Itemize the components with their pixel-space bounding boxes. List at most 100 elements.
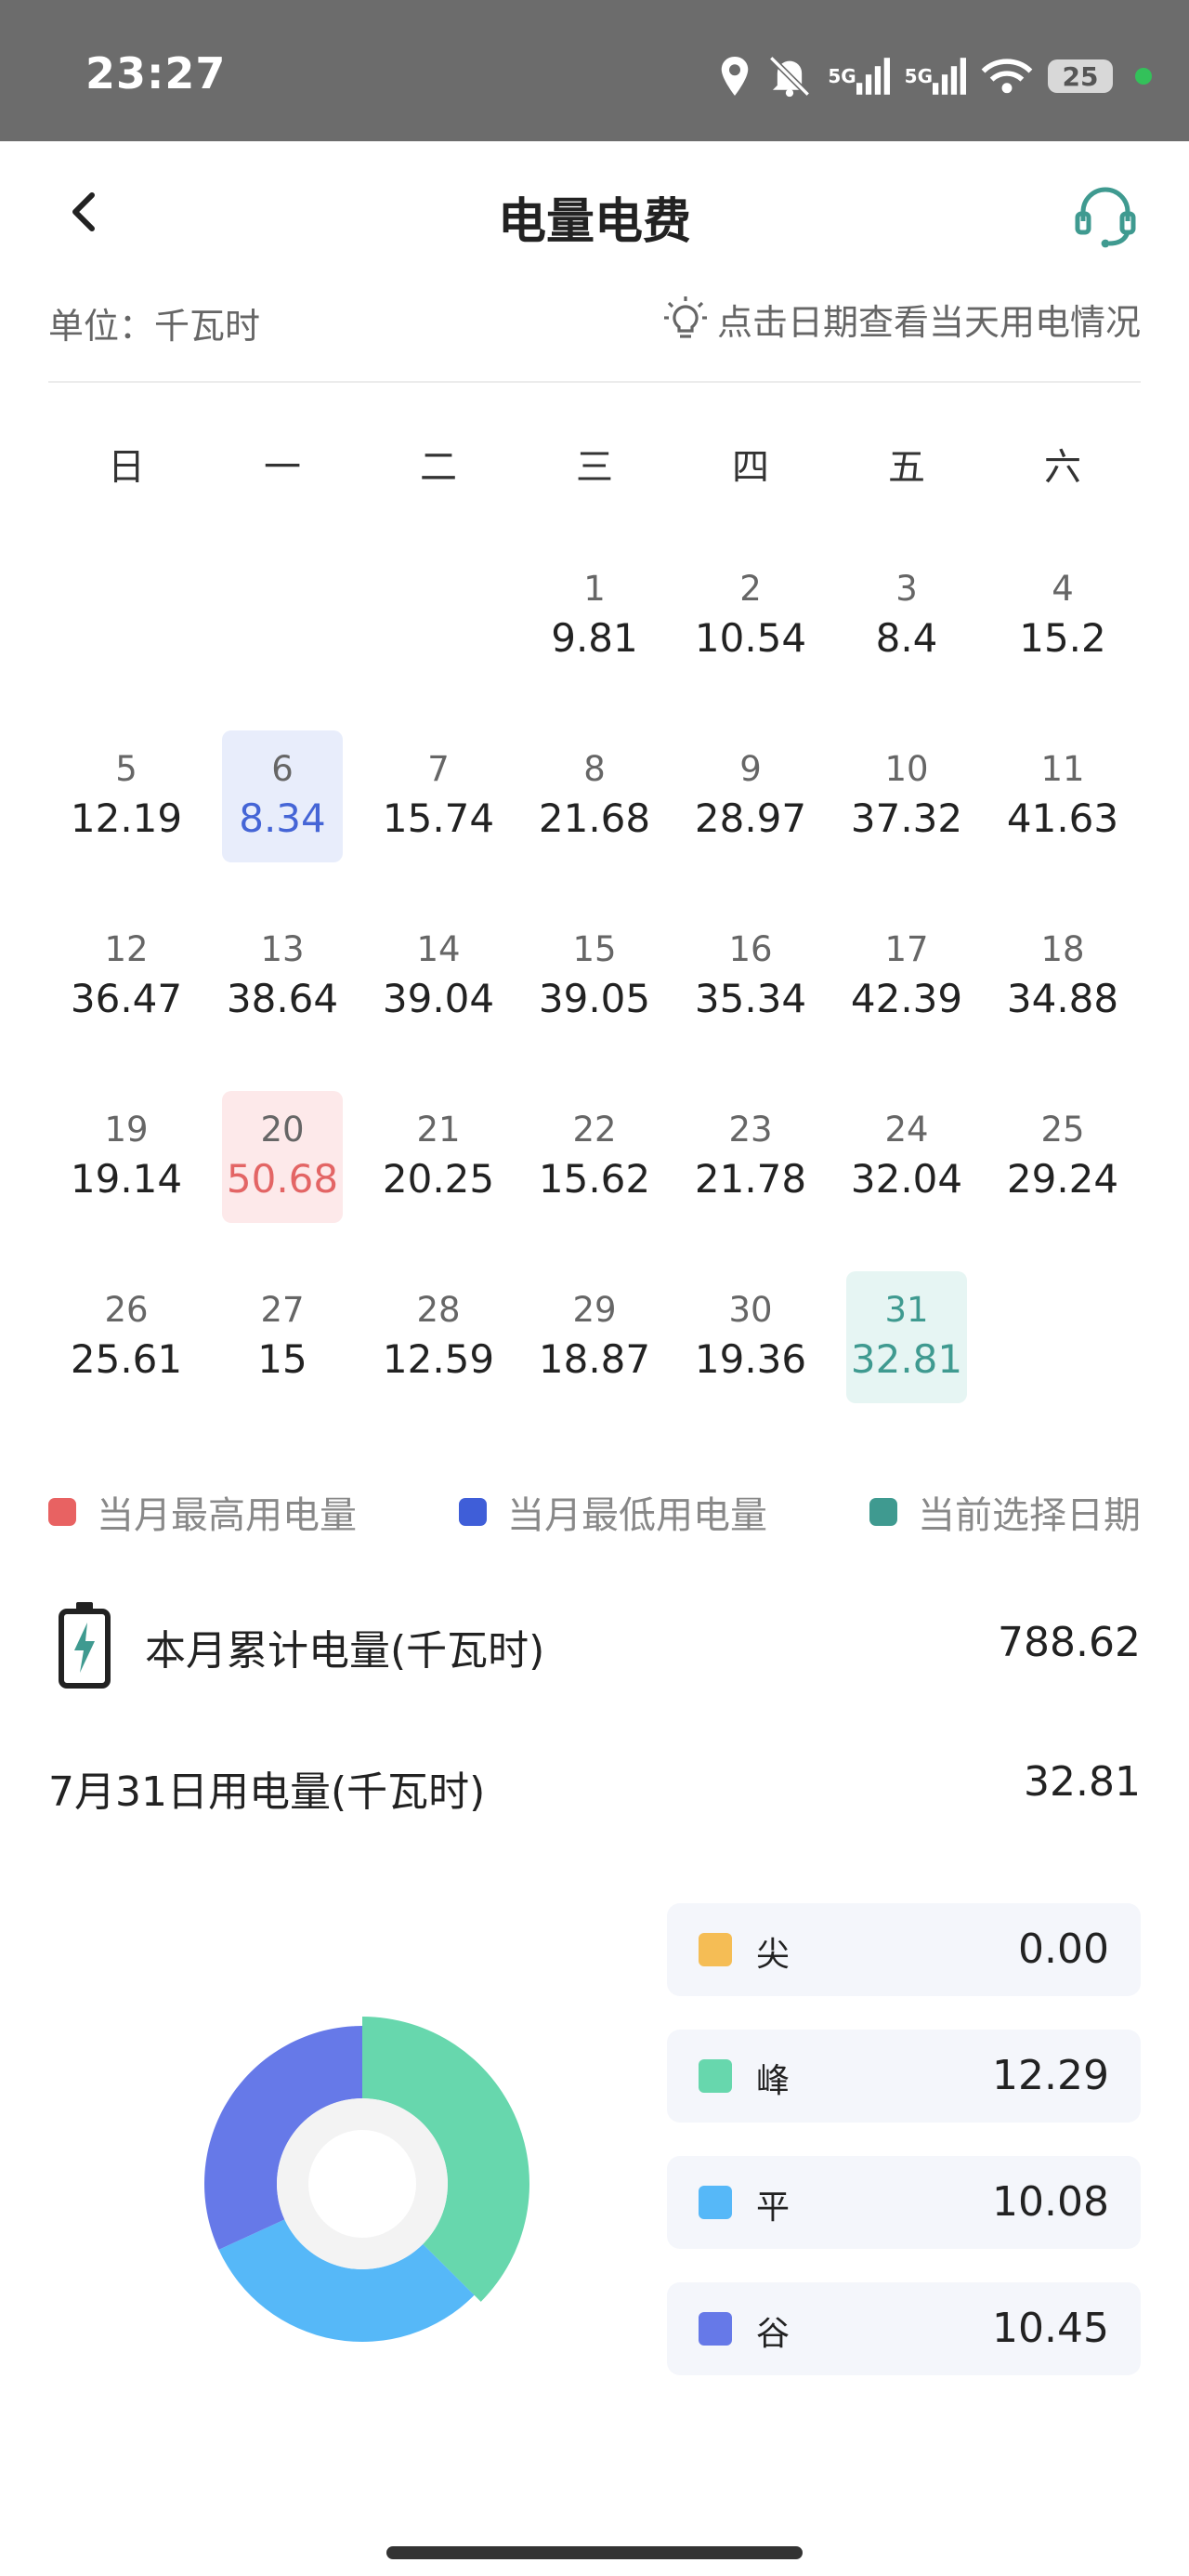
calendar-day-23[interactable]: 23 21.78 [690, 1091, 811, 1223]
calendar-day-cell[interactable]: 10 37.32 [829, 730, 985, 911]
network-type-1: 5G [828, 65, 856, 87]
calendar-day-number: 18 [1040, 929, 1085, 969]
calendar-day-22[interactable]: 22 15.62 [534, 1091, 655, 1223]
calendar-day-cell[interactable]: 17 42.39 [829, 911, 985, 1091]
breakdown-item-sharp: 尖 0.00 [667, 1903, 1141, 1996]
calendar-day-usage: 10.54 [694, 615, 807, 661]
calendar-day-cell[interactable]: 8 21.68 [516, 730, 673, 911]
calendar-day-cell[interactable]: 24 32.04 [829, 1091, 985, 1271]
calendar-day-cell[interactable]: 31 32.81 [829, 1271, 985, 1452]
calendar-day-usage: 32.04 [850, 1156, 963, 1202]
calendar-day-number: 28 [416, 1290, 461, 1330]
calendar-day-cell[interactable]: 18 34.88 [985, 911, 1141, 1091]
calendar-day-cell[interactable]: 16 35.34 [673, 911, 829, 1091]
day-total-label: 7月31日用电量(千瓦时) [48, 1768, 486, 1816]
battery-charge-icon [59, 1602, 111, 1689]
weekday-fri: 五 [888, 446, 925, 489]
calendar-day-usage: 35.34 [694, 976, 807, 1021]
calendar-day-usage: 29.24 [1006, 1156, 1119, 1202]
calendar-day-10[interactable]: 10 37.32 [846, 730, 967, 862]
calendar-day-usage: 12.59 [382, 1336, 495, 1382]
calendar-day-18[interactable]: 18 34.88 [1002, 911, 1123, 1043]
calendar-day-11[interactable]: 11 41.63 [1002, 730, 1123, 862]
calendar-day-31[interactable]: 31 32.81 [846, 1271, 967, 1403]
calendar-day-usage: 21.68 [538, 795, 651, 841]
calendar-day-number: 22 [572, 1110, 617, 1150]
calendar-day-usage: 12.19 [70, 795, 183, 841]
calendar-day-cell[interactable]: 29 18.87 [516, 1271, 673, 1452]
calendar-day-cell[interactable]: 5 12.19 [48, 730, 204, 911]
calendar-day-4[interactable]: 4 15.2 [1002, 550, 1123, 682]
calendar-day-cell[interactable]: 13 38.64 [204, 911, 360, 1091]
calendar-day-number: 5 [115, 749, 137, 789]
calendar-day-cell[interactable]: 6 8.34 [204, 730, 360, 911]
calendar-day-cell[interactable]: 4 15.2 [985, 550, 1141, 730]
customer-service-button[interactable] [1068, 180, 1143, 255]
calendar-day-cell[interactable]: 28 12.59 [360, 1271, 516, 1452]
calendar-day-26[interactable]: 26 25.61 [66, 1271, 187, 1403]
calendar-day-17[interactable]: 17 42.39 [846, 911, 967, 1043]
calendar-day-cell[interactable]: 27 15 [204, 1271, 360, 1452]
calendar-day-16[interactable]: 16 35.34 [690, 911, 811, 1043]
calendar-day-12[interactable]: 12 36.47 [66, 911, 187, 1043]
calendar-day-cell[interactable]: 23 21.78 [673, 1091, 829, 1271]
calendar-week: 5 12.19 6 8.34 7 15.74 8 21.68 9 28.97 10 37.32 11 41… [48, 730, 1141, 911]
calendar-day-cell[interactable]: 1 9.81 [516, 550, 673, 730]
weekday-wed: 三 [576, 446, 613, 489]
battery-indicator: 25 [1048, 59, 1113, 93]
calendar-grid: 1 9.81 2 10.54 3 8.4 4 15.2 5 12.19 6 8.34 7 15.74 8 21… [48, 550, 1141, 1452]
calendar-day-25[interactable]: 25 29.24 [1002, 1091, 1123, 1223]
calendar-day-27[interactable]: 27 15 [222, 1271, 343, 1403]
donut-hole [308, 2130, 416, 2238]
calendar-day-14[interactable]: 14 39.04 [378, 911, 499, 1043]
calendar-day-cell[interactable]: 21 20.25 [360, 1091, 516, 1271]
calendar-day-usage: 39.04 [382, 976, 495, 1021]
calendar-day-cell[interactable]: 3 8.4 [829, 550, 985, 730]
calendar-day-cell[interactable]: 12 36.47 [48, 911, 204, 1091]
calendar-day-cell[interactable]: 15 39.05 [516, 911, 673, 1091]
breakdown-value-valley: 10.45 [992, 2305, 1109, 2352]
calendar-day-usage: 15.62 [538, 1156, 651, 1202]
calendar-day-13[interactable]: 13 38.64 [222, 911, 343, 1043]
calendar-day-cell[interactable]: 25 29.24 [985, 1091, 1141, 1271]
calendar-day-cell[interactable]: 30 19.36 [673, 1271, 829, 1452]
calendar-day-cell[interactable]: 14 39.04 [360, 911, 516, 1091]
calendar-day-21[interactable]: 21 20.25 [378, 1091, 499, 1223]
calendar-day-15[interactable]: 15 39.05 [534, 911, 655, 1043]
calendar-day-usage: 41.63 [1006, 795, 1119, 841]
calendar-day-cell[interactable]: 7 15.74 [360, 730, 516, 911]
calendar-day-30[interactable]: 30 19.36 [690, 1271, 811, 1403]
calendar-day-9[interactable]: 9 28.97 [690, 730, 811, 862]
calendar-day-usage: 15.2 [1019, 615, 1106, 661]
calendar-day-29[interactable]: 29 18.87 [534, 1271, 655, 1403]
calendar-day-20[interactable]: 20 50.68 [222, 1091, 343, 1223]
calendar-day-7[interactable]: 7 15.74 [378, 730, 499, 862]
calendar-day-number: 19 [104, 1110, 149, 1150]
calendar-day-8[interactable]: 8 21.68 [534, 730, 655, 862]
calendar-day-3[interactable]: 3 8.4 [846, 550, 967, 682]
calendar-day-cell[interactable]: 22 15.62 [516, 1091, 673, 1271]
calendar-day-1[interactable]: 1 9.81 [534, 550, 655, 682]
calendar-day-6[interactable]: 6 8.34 [222, 730, 343, 862]
calendar-day-usage: 19.36 [694, 1336, 807, 1382]
calendar-day-usage: 8.4 [875, 615, 938, 661]
breakdown-item-peak: 峰 12.29 [667, 2030, 1141, 2123]
calendar-day-cell[interactable]: 26 25.61 [48, 1271, 204, 1452]
calendar-day-cell[interactable]: 19 19.14 [48, 1091, 204, 1271]
calendar-day-cell[interactable]: 20 50.68 [204, 1091, 360, 1271]
calendar-day-cell[interactable]: 11 41.63 [985, 730, 1141, 911]
calendar-day-19[interactable]: 19 19.14 [66, 1091, 187, 1223]
calendar-day-number: 13 [260, 929, 305, 969]
calendar-day-28[interactable]: 28 12.59 [378, 1271, 499, 1403]
home-indicator[interactable] [386, 2546, 803, 2559]
calendar-day-number: 10 [884, 749, 929, 789]
calendar-day-5[interactable]: 5 12.19 [66, 730, 187, 862]
breakdown-label-valley: 谷 [756, 2315, 790, 2353]
calendar-day-cell[interactable]: 2 10.54 [673, 550, 829, 730]
calendar-day-number: 2 [739, 569, 762, 609]
calendar-day-number: 9 [739, 749, 762, 789]
calendar-day-number: 20 [260, 1110, 305, 1150]
calendar-day-24[interactable]: 24 32.04 [846, 1091, 967, 1223]
calendar-day-2[interactable]: 2 10.54 [690, 550, 811, 682]
calendar-day-cell[interactable]: 9 28.97 [673, 730, 829, 911]
